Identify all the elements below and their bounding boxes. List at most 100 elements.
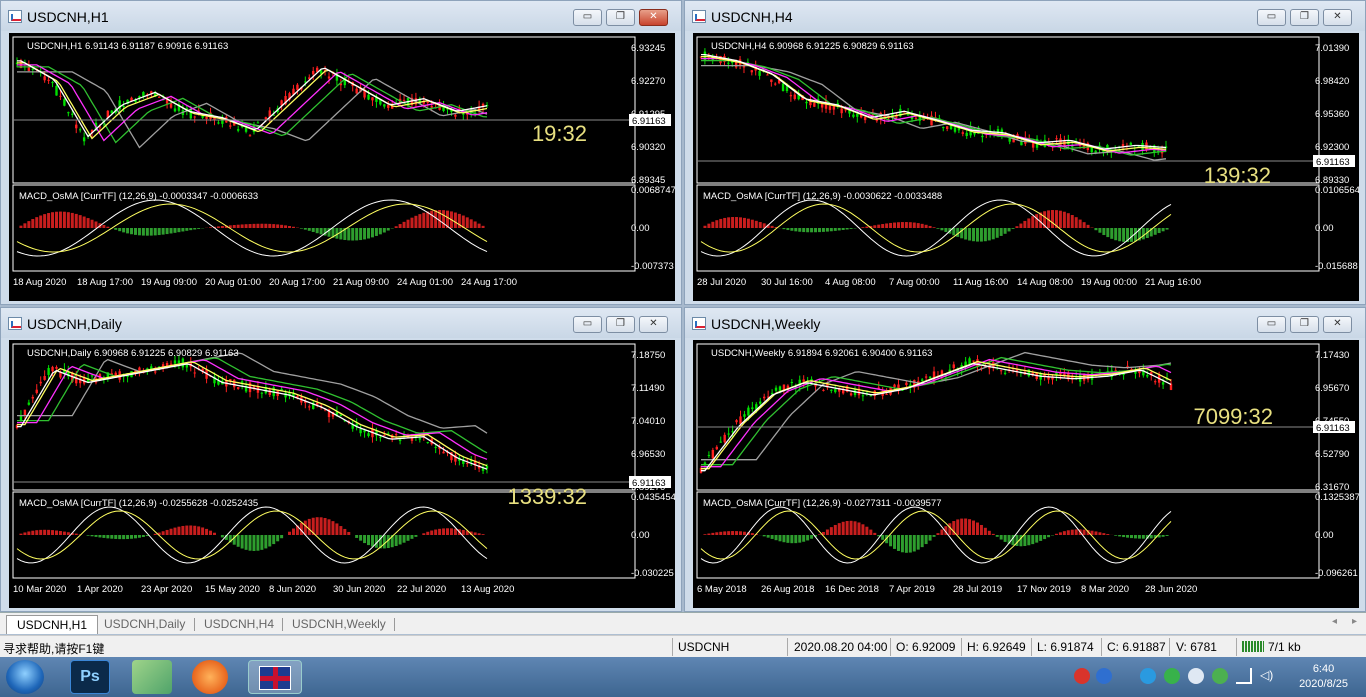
metatrader-taskbar-button[interactable] (248, 660, 302, 694)
candle-body (822, 389, 825, 391)
wechat-icon[interactable] (1164, 668, 1180, 684)
candle-body (961, 132, 965, 134)
macd-histogram-bar (256, 223, 260, 228)
restore-button[interactable]: ❐ (1290, 9, 1319, 26)
help-tray-icon[interactable] (1096, 668, 1112, 684)
system-clock[interactable]: 6:40 2020/8/25 (1299, 662, 1348, 692)
macd-histogram-bar (786, 535, 790, 543)
macd-histogram-bar (90, 219, 94, 228)
macd-histogram-bar (133, 535, 137, 539)
macd-histogram-bar (94, 535, 98, 537)
minimize-button[interactable]: ▭ (1257, 9, 1286, 26)
macd-histogram-bar (825, 228, 829, 232)
network-icon[interactable] (1236, 668, 1252, 684)
candle-body (35, 389, 38, 393)
update-icon[interactable] (1212, 668, 1228, 684)
macd-histogram-bar (114, 535, 118, 539)
macd-histogram-bar (137, 228, 141, 236)
candle-body (703, 462, 707, 465)
tab-usdcnh-daily[interactable]: USDCNH,Daily (94, 615, 195, 634)
candle-body (90, 375, 94, 377)
security-shield-icon[interactable] (1188, 668, 1204, 684)
price-chart[interactable]: USDCNH,H4 6.90968 6.91225 6.90829 6.9116… (693, 33, 1359, 301)
macd-histogram-bar (932, 227, 936, 228)
time-axis-label: 8 Jun 2020 (269, 584, 316, 595)
tab-usdcnh-weekly[interactable]: USDCNH,Weekly (282, 615, 396, 634)
window-title-bar[interactable]: USDCNH,Weekly ▭ ❐ ✕ (685, 308, 1365, 338)
close-button[interactable]: ✕ (639, 9, 668, 26)
time-axis-label: 6 May 2018 (697, 584, 747, 595)
candle-body (1154, 381, 1157, 383)
macd-histogram-bar (940, 228, 944, 231)
macd-histogram-bar (770, 535, 774, 539)
tray-app-icon[interactable] (1140, 668, 1156, 684)
macd-histogram-bar (426, 211, 430, 228)
macd-histogram-bar (956, 519, 960, 535)
time-axis-label: 21 Aug 09:00 (333, 277, 389, 288)
start-orb-icon[interactable] (6, 660, 44, 694)
close-button[interactable]: ✕ (1323, 9, 1352, 26)
restore-button[interactable]: ❐ (606, 316, 635, 333)
macd-indicator-label: MACD_OsMA [CurrTF] (12,26,9) -0.0277311 … (703, 498, 942, 509)
price-chart[interactable]: USDCNH,Daily 6.90968 6.91225 6.90829 6.9… (9, 340, 675, 608)
macd-histogram-bar (750, 533, 754, 535)
browser-icon[interactable] (192, 660, 228, 694)
window-title-bar[interactable]: USDCNH,Daily ▭ ❐ ✕ (1, 308, 681, 338)
tab-scroll-right-icon[interactable]: ▸ (1352, 616, 1357, 627)
photoshop-icon[interactable]: Ps (70, 660, 110, 694)
macd-histogram-bar (47, 529, 51, 535)
minimize-button[interactable]: ▭ (573, 316, 602, 333)
restore-button[interactable]: ❐ (1290, 316, 1319, 333)
window-title-bar[interactable]: USDCNH,H1 ▭ ❐ ✕ (1, 1, 681, 31)
macd-histogram-bar (106, 535, 110, 539)
tab-scroll-left-icon[interactable]: ◂ (1332, 616, 1337, 627)
macd-histogram-bar (1094, 531, 1098, 535)
macd-histogram-bar (453, 528, 457, 535)
macd-histogram-bar (798, 535, 802, 543)
candle-body (774, 387, 778, 391)
macd-histogram-bar (833, 524, 837, 535)
sogou-input-icon[interactable] (1074, 668, 1090, 684)
macd-histogram-bar (347, 531, 351, 535)
map-app-icon[interactable] (132, 660, 172, 694)
macd-histogram-bar (806, 228, 810, 233)
tab-usdcnh-h4[interactable]: USDCNH,H4 (194, 615, 284, 634)
time-axis-label: 20 Aug 17:00 (269, 277, 325, 288)
time-axis-label: 17 Nov 2019 (1017, 584, 1071, 595)
macd-histogram-bar (1114, 535, 1118, 536)
price-chart[interactable]: USDCNH,H1 6.91143 6.91187 6.90916 6.9116… (9, 33, 675, 301)
moving-average-line (17, 361, 488, 467)
minimize-button[interactable]: ▭ (1257, 316, 1286, 333)
volume-icon[interactable]: ◁) (1260, 668, 1276, 684)
macd-histogram-bar (370, 228, 374, 238)
macd-histogram-bar (363, 535, 367, 544)
restore-button[interactable]: ❐ (606, 9, 635, 26)
time-axis-label: 11 Aug 16:00 (953, 277, 1008, 288)
window-title-bar[interactable]: USDCNH,H4 ▭ ❐ ✕ (685, 1, 1365, 31)
price-chart[interactable]: USDCNH,Weekly 6.91894 6.92061 6.90400 6.… (693, 340, 1359, 608)
status-separator (787, 638, 788, 656)
chart-window[interactable]: USDCNH,Daily ▭ ❐ ✕ USDCNH,Daily 6.90968 6… (0, 307, 682, 612)
close-button[interactable]: ✕ (1323, 316, 1352, 333)
macd-histogram-bar (307, 228, 311, 231)
macd-histogram-bar (39, 215, 43, 228)
minimize-button[interactable]: ▭ (573, 9, 602, 26)
close-button[interactable]: ✕ (639, 316, 668, 333)
status-separator (890, 638, 891, 656)
candle-body (719, 441, 722, 443)
macd-histogram-bar (256, 535, 260, 551)
chart-window[interactable]: USDCNH,H4 ▭ ❐ ✕ USDCNH,H4 6.90968 6.91225… (684, 0, 1366, 305)
candle-body (264, 117, 268, 119)
candle-body (63, 99, 66, 106)
macd-histogram-bar (315, 228, 319, 234)
time-axis-label: 28 Jun 2020 (1145, 584, 1197, 595)
chart-window[interactable]: USDCNH,H1 ▭ ❐ ✕ USDCNH,H1 6.91143 6.91187… (0, 0, 682, 305)
tab-usdcnh-h1[interactable]: USDCNH,H1 (6, 615, 99, 634)
time-axis-label: 19 Aug 09:00 (141, 277, 197, 288)
chart-window[interactable]: USDCNH,Weekly ▭ ❐ ✕ USDCNH,Weekly 6.91894… (684, 307, 1366, 612)
macd-histogram-bar (1035, 214, 1039, 228)
macd-axis-label: 0.0068747 (631, 185, 675, 196)
macd-histogram-bar (43, 214, 47, 228)
macd-histogram-bar (177, 228, 181, 233)
time-axis-label: 7 Aug 00:00 (889, 277, 940, 288)
